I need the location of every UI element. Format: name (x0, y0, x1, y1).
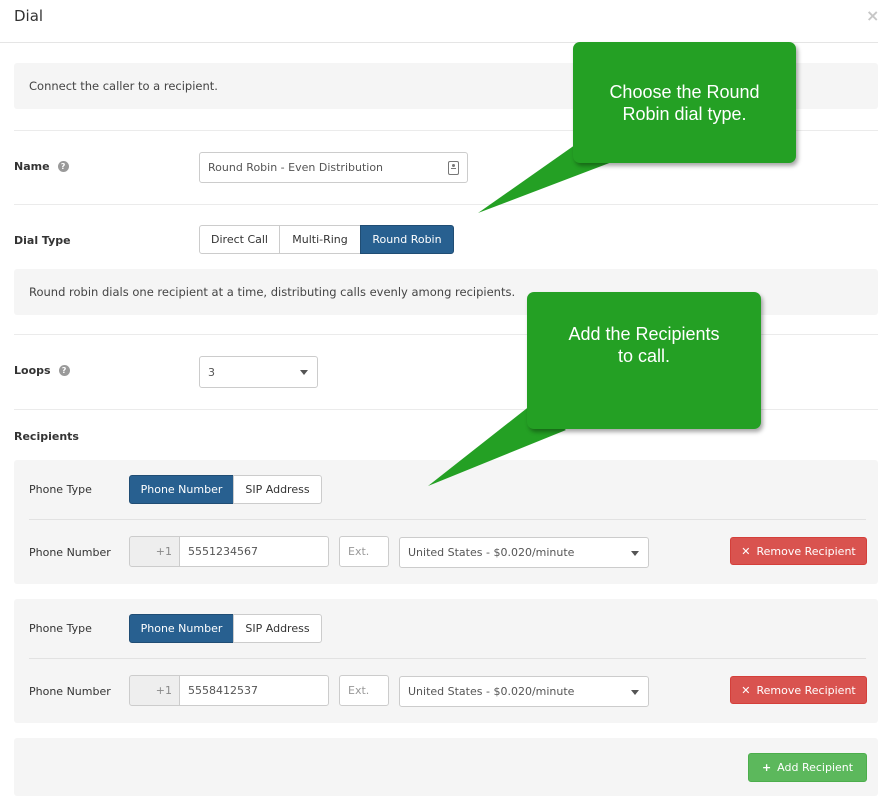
callout-recipients-text: Add the Recipients to call. (568, 323, 720, 366)
callout-recipients: Add the Recipients to call. (527, 292, 761, 429)
callout-dial-type: Choose the Round Robin dial type. (573, 42, 796, 163)
callout-dial-type-text: Choose the Round Robin dial type. (609, 81, 760, 124)
